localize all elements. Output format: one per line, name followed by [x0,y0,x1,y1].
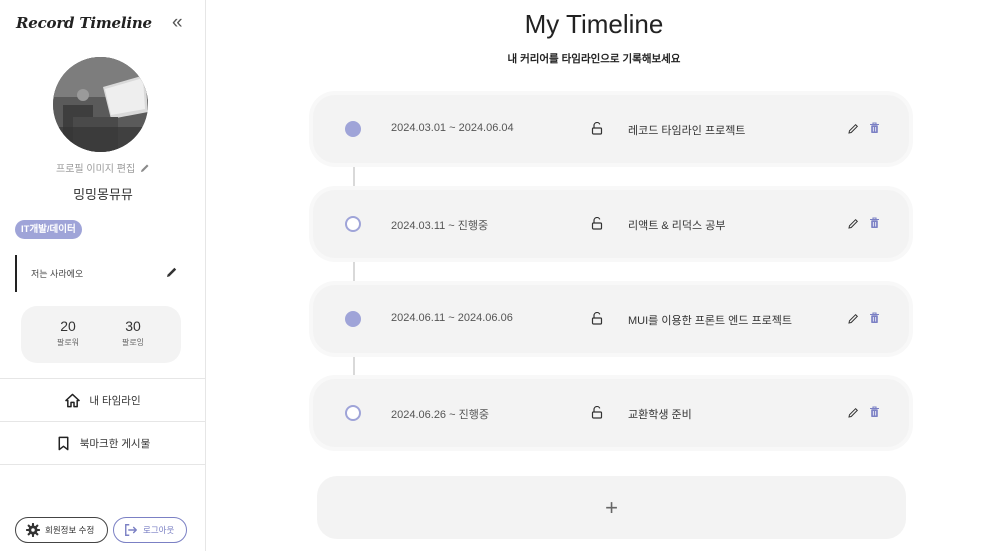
edit-bio-icon[interactable] [166,266,178,278]
nav-bookmarks-label: 북마크한 게시물 [79,437,151,450]
unlock-icon[interactable] [591,406,603,419]
home-icon [65,393,81,407]
edit-icon[interactable] [848,123,859,134]
nav-my-timeline[interactable]: 내 타임라인 [0,379,206,421]
followers-label: 팔로워 [56,338,80,347]
following-stat[interactable]: 30 팔로잉 [103,318,163,348]
followers-count: 20 [60,318,76,334]
unlock-icon[interactable] [591,122,603,135]
trash-icon[interactable] [869,312,880,324]
pencil-icon [140,164,149,172]
unlock-icon[interactable] [591,217,603,230]
nav-divider [0,464,206,465]
followers-stat[interactable]: 20 팔로워 [38,318,98,348]
nav-my-timeline-label: 내 타임라인 [89,394,141,407]
following-count: 30 [125,318,141,334]
logout-label: 로그아웃 [143,525,175,535]
unlock-icon[interactable] [591,312,603,325]
timeline-date: 2024.06.26 ~ 진행중 [391,409,489,421]
trash-icon[interactable] [869,122,880,134]
status-dot-in-progress [345,216,361,232]
logout-icon [125,524,137,536]
trash-icon[interactable] [869,217,880,229]
app-logo[interactable]: Record Timeline [16,14,152,32]
timeline-date: 2024.06.11 ~ 2024.06.06 [391,312,513,324]
sidebar: Record Timeline « 프로필 이미지 편집 밍밍몽뮤뮤 IT개발/… [0,0,206,551]
edit-profile-image-label: 프로필 이미지 편집 [56,164,136,175]
page-title: My Timeline [524,9,664,39]
collapse-sidebar-icon[interactable]: « [172,13,183,32]
edit-account-button[interactable]: 회원정보 수정 [15,517,108,543]
job-category-badge: IT개발/데이터 [15,220,82,239]
bio-box: 저는 사라에오 [15,255,185,292]
page-subtitle: 내 커리어를 타임라인으로 기록해보세요 [507,53,681,65]
app-root: Record Timeline « 프로필 이미지 편집 밍밍몽뮤뮤 IT개발/… [0,0,982,551]
logout-button[interactable]: 로그아웃 [113,517,187,543]
edit-icon[interactable] [848,407,859,418]
edit-icon[interactable] [848,218,859,229]
timeline-title: MUI를 이용한 프론트 엔드 프로젝트 [628,315,792,327]
edit-account-label: 회원정보 수정 [45,525,95,535]
avatar-photo [53,57,148,152]
timeline-connector-line [353,130,355,414]
username: 밍밍몽뮤뮤 [73,187,133,202]
timeline-card[interactable]: 2024.06.26 ~ 진행중 교환학생 준비 [313,379,909,447]
timeline-title: 교환학생 준비 [628,409,692,421]
bookmark-icon [58,436,69,450]
following-label: 팔로잉 [121,338,145,347]
add-timeline-button[interactable]: + [317,476,906,539]
timeline-title: 레코드 타임라인 프로젝트 [628,125,746,137]
timeline-title: 리액트 & 리덕스 공부 [628,220,726,232]
timeline-card[interactable]: 2024.03.11 ~ 진행중 리액트 & 리덕스 공부 [313,190,909,258]
trash-icon[interactable] [869,406,880,418]
timeline-date: 2024.03.01 ~ 2024.06.04 [391,122,514,134]
nav-bookmarks[interactable]: 북마크한 게시물 [0,422,206,464]
bio-text: 저는 사라에오 [31,269,84,279]
edit-icon[interactable] [848,313,859,324]
status-dot-completed [345,311,361,327]
status-dot-in-progress [345,405,361,421]
gear-icon [26,523,40,537]
timeline-card[interactable]: 2024.03.01 ~ 2024.06.04 레코드 타임라인 프로젝트 [313,95,909,163]
timeline-date: 2024.03.11 ~ 진행중 [391,220,489,232]
follow-stats: 20 팔로워 30 팔로잉 [21,306,181,363]
edit-profile-image-link[interactable]: 프로필 이미지 편집 [0,160,206,175]
status-dot-completed [345,121,361,137]
timeline-card[interactable]: 2024.06.11 ~ 2024.06.06 MUI를 이용한 프론트 엔드 … [313,285,909,353]
avatar[interactable] [53,57,148,152]
